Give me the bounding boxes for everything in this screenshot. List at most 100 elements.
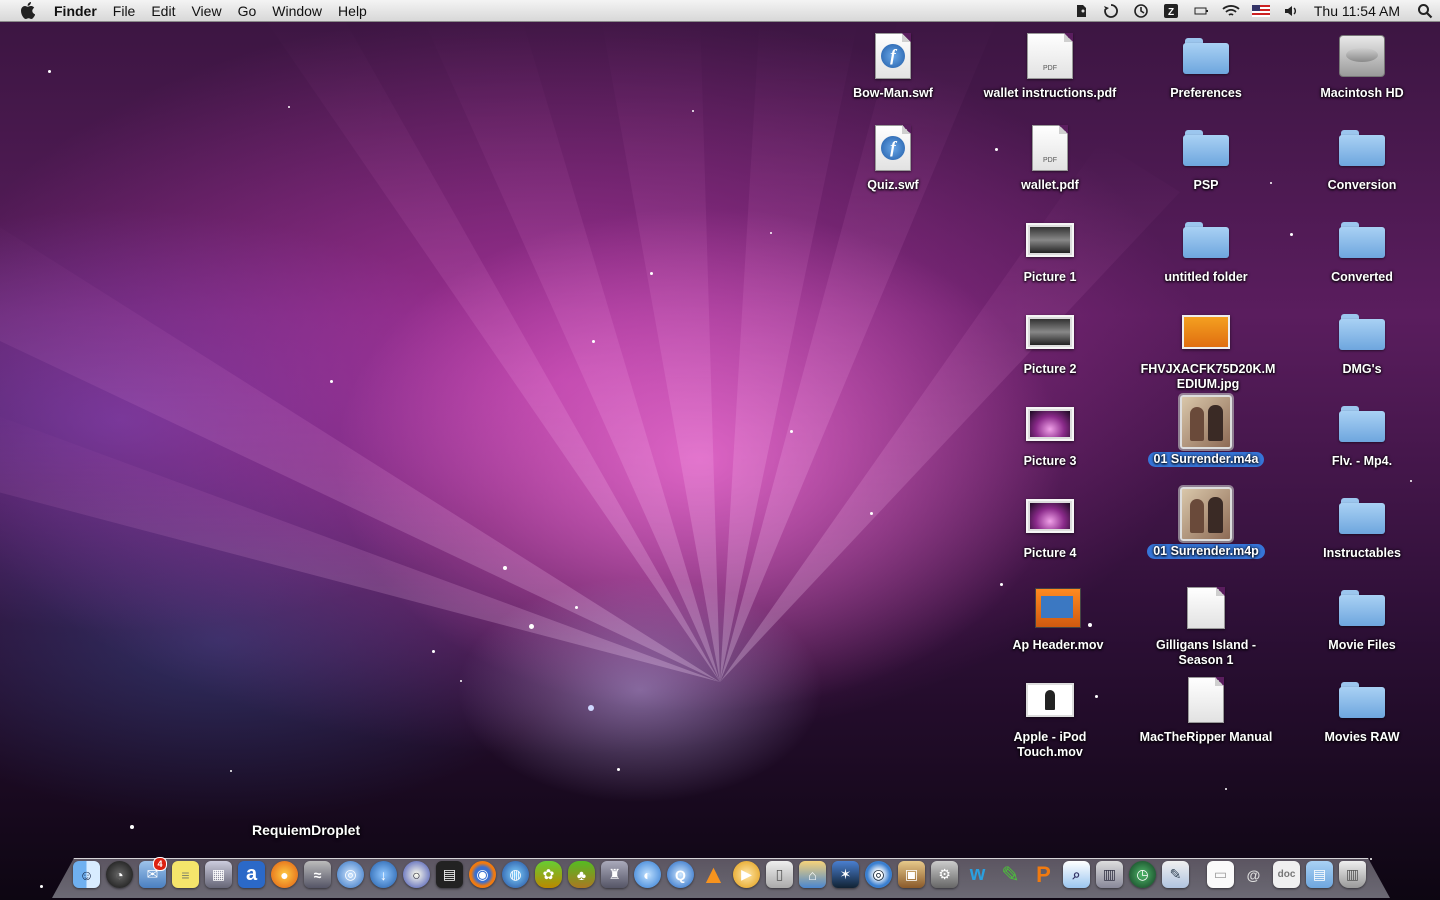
globe-icon[interactable]: ◍ <box>499 859 532 890</box>
download-icon[interactable]: ↓ <box>367 859 400 890</box>
volume-icon[interactable] <box>1276 0 1306 22</box>
green-app-icon[interactable]: ✎ <box>994 859 1027 890</box>
ipod-icon[interactable]: ▯ <box>763 859 796 890</box>
desktop-icon-label: Gilligans Island - Season 1 <box>1155 638 1257 667</box>
battery-icon[interactable] <box>1186 0 1216 22</box>
palm-icon[interactable]: ♣ <box>565 859 598 890</box>
svg-text:Z: Z <box>1168 7 1174 18</box>
robot-icon[interactable]: ♜ <box>598 859 631 890</box>
menu-help[interactable]: Help <box>330 3 375 19</box>
menu-clock[interactable]: Thu 11:54 AM <box>1306 3 1410 19</box>
menu-edit[interactable]: Edit <box>143 3 183 19</box>
preview-icon[interactable]: ⌕ <box>1060 859 1093 890</box>
document-icon[interactable]: ▭ <box>1204 859 1237 890</box>
desktop-icon-label: Macintosh HD <box>1320 86 1404 100</box>
desktop-icon-mactheripper-manual[interactable]: MacTheRipper Manual <box>1132 674 1280 746</box>
dvd-player-icon[interactable]: ◎ <box>862 859 895 890</box>
sync-icon[interactable] <box>1096 0 1126 22</box>
desktop-icon-wallet-instructions-pdf[interactable]: PDF wallet instructions.pdf <box>976 30 1124 102</box>
dock: ☺ ◔ ✉ 4 ≡ ▦ a ● ≈ ◎ ↓ ○ ▤ ◉ ◍ ✿ ♣ ♜ ◐ Q ▲… <box>70 856 1369 890</box>
expose-icon[interactable]: ▦ <box>202 859 235 890</box>
vlc-icon[interactable]: ▲ <box>697 859 730 890</box>
spotlight-icon[interactable] <box>1410 3 1440 19</box>
desktop-icon-conversion[interactable]: Conversion <box>1288 122 1436 194</box>
download-stack-icon[interactable]: @ <box>1237 859 1270 890</box>
finder-icon[interactable]: ☺ <box>70 859 103 890</box>
desktop-icon-instructables[interactable]: Instructables <box>1288 490 1436 562</box>
wacom-icon[interactable]: w <box>961 859 994 890</box>
desktop-icon-gilligans-island[interactable]: Gilligans Island - Season 1 <box>1132 582 1280 669</box>
pictures-icon[interactable]: ✎ <box>1159 859 1192 890</box>
desktop-icon-label: DMG's <box>1342 362 1382 376</box>
itunes-helper-icon[interactable]: ◎ <box>334 859 367 890</box>
menu-file[interactable]: File <box>105 3 144 19</box>
mail-icon[interactable]: ✉ 4 <box>136 857 169 890</box>
imovie-icon[interactable]: ✶ <box>829 859 862 890</box>
desktop-icon-preferences[interactable]: Preferences <box>1132 30 1280 102</box>
ichat-icon[interactable]: ◐ <box>631 859 664 890</box>
trash-icon[interactable]: ▥ <box>1336 859 1369 890</box>
desktop-icon-label: Bow-Man.swf <box>853 86 933 100</box>
desktop-icon-apple-ipod-touch-mov[interactable]: Apple - iPod Touch.mov <box>976 674 1124 761</box>
app-menu-finder[interactable]: Finder <box>46 3 105 19</box>
desktop-icon-fhvjxacfk-jpg[interactable]: FHVJXACFK75D20K.MEDIUM.jpg <box>1132 306 1280 393</box>
burn-icon[interactable]: ● <box>268 859 301 890</box>
pages-icon[interactable]: P <box>1027 859 1060 890</box>
time-machine-icon[interactable]: ◷ <box>1126 859 1159 890</box>
clapboard-icon[interactable]: ▤ <box>433 859 466 890</box>
mail-badge: 4 <box>153 857 167 871</box>
desktop-icon-01-surrender-m4a[interactable]: 01 Surrender.m4a <box>1132 393 1280 468</box>
wifi-icon[interactable] <box>1216 0 1246 22</box>
screenshot-thumbnail-icon <box>1026 315 1074 349</box>
document-icon <box>1188 677 1224 723</box>
apple-menu-icon[interactable] <box>16 0 38 22</box>
dashboard-icon[interactable]: ◔ <box>103 859 136 890</box>
folder-icon <box>1183 222 1229 258</box>
app-icon[interactable]: Z <box>1156 0 1186 22</box>
opera-icon[interactable]: ○ <box>400 859 433 890</box>
pineapple-icon[interactable]: ✿ <box>532 859 565 890</box>
desktop-icon-01-surrender-m4p[interactable]: 01 Surrender.m4p <box>1132 485 1280 560</box>
desktop-icon-picture-2[interactable]: Picture 2 <box>976 306 1124 378</box>
desktop-icon-picture-3[interactable]: Picture 3 <box>976 398 1124 470</box>
applications-icon[interactable]: ▤ <box>1303 859 1336 890</box>
desktop-icon-dmgs[interactable]: DMG's <box>1288 306 1436 378</box>
firefox-icon[interactable]: ◉ <box>466 859 499 890</box>
flash-file-icon: f <box>875 33 911 79</box>
document-stack-icon[interactable]: doc <box>1270 859 1303 890</box>
menu-go[interactable]: Go <box>230 3 265 19</box>
amazon-icon[interactable]: a <box>235 859 268 890</box>
time-machine-icon[interactable] <box>1126 0 1156 22</box>
system-preferences-icon[interactable]: ⚙ <box>928 859 961 890</box>
quicktime-icon[interactable]: Q <box>664 859 697 890</box>
stickies-icon[interactable]: ≡ <box>169 859 202 890</box>
desktop-icon-psp[interactable]: PSP <box>1132 122 1280 194</box>
desktop-icon-quiz-swf[interactable]: f Quiz.swf <box>819 122 967 194</box>
desktop-icon-macintosh-hd[interactable]: Macintosh HD <box>1288 30 1436 102</box>
desktop-icon-picture-4[interactable]: Picture 4 <box>976 490 1124 562</box>
desktop-icon-flv-mp4[interactable]: Flv. - Mp4. <box>1288 398 1436 470</box>
menu-window[interactable]: Window <box>264 3 330 19</box>
desktop-icon-movies-raw[interactable]: Movies RAW <box>1288 674 1436 746</box>
desktop-icon-ap-header-mov[interactable]: Ap Header.mov <box>984 582 1132 654</box>
movie-file-icon <box>1035 588 1081 628</box>
desktop-icon-label: Preferences <box>1170 86 1242 100</box>
photo-booth-icon[interactable]: ▣ <box>895 859 928 890</box>
folder-icon <box>1183 130 1229 166</box>
desktop-icon-picture-1[interactable]: Picture 1 <box>976 214 1124 286</box>
desktop-icon-label: Picture 2 <box>1023 362 1077 376</box>
desktop-icon-untitled-folder[interactable]: untitled folder <box>1132 214 1280 286</box>
desktop-icon-bow-man-swf[interactable]: f Bow-Man.swf <box>819 30 967 102</box>
desktop-icon-label: untitled folder <box>1164 270 1248 284</box>
flag-icon[interactable] <box>1246 0 1276 22</box>
image-file-icon <box>1182 315 1230 349</box>
unknown-icon[interactable]: ≈ <box>301 859 334 890</box>
play-icon[interactable]: ▶ <box>730 859 763 890</box>
network-icon[interactable]: ▥ <box>1093 859 1126 890</box>
iphoto-icon[interactable]: ⌂ <box>796 859 829 890</box>
evernote-icon[interactable] <box>1066 0 1096 22</box>
desktop-icon-wallet-pdf[interactable]: PDF wallet.pdf <box>976 122 1124 194</box>
desktop-icon-converted[interactable]: Converted <box>1288 214 1436 286</box>
menu-view[interactable]: View <box>183 3 229 19</box>
desktop-icon-movie-files[interactable]: Movie Files <box>1288 582 1436 654</box>
